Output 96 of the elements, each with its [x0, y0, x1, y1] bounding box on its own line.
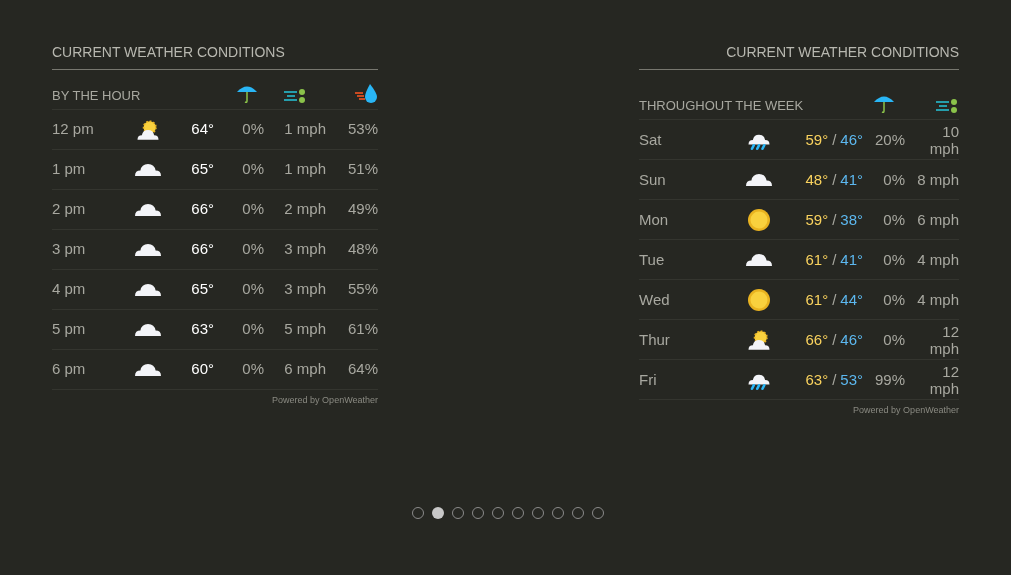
precipitation: 0%	[241, 239, 264, 260]
day-label: Tue	[639, 251, 666, 268]
low-temperature: 41°	[840, 171, 863, 188]
precipitation: 0%	[241, 159, 264, 180]
wind-speed: 1 mph	[283, 159, 326, 180]
wind-speed: 12 mph	[928, 322, 959, 357]
wind-speed: 6 mph	[283, 359, 326, 380]
precipitation: 0%	[241, 359, 264, 380]
separator: /	[832, 131, 837, 148]
precipitation: 0%	[882, 331, 905, 348]
temperature: 63°	[190, 319, 214, 340]
day-label: Mon	[639, 211, 670, 228]
precipitation: 20%	[873, 131, 905, 148]
section-heading: BY THE HOUR	[52, 86, 142, 105]
sun-icon	[746, 206, 772, 233]
hour-label: 12 pm	[52, 119, 95, 140]
wind-icon	[935, 97, 959, 115]
wind-speed: 2 mph	[283, 199, 326, 220]
cloud-icon	[746, 253, 772, 266]
low-temperature: 53°	[840, 371, 863, 388]
humidity: 48%	[346, 239, 378, 260]
day-label: Fri	[639, 371, 658, 388]
separator: /	[832, 251, 837, 268]
high-temperature: 63°	[805, 371, 829, 388]
wind-speed: 1 mph	[283, 119, 326, 140]
precipitation: 0%	[882, 211, 905, 228]
wind-icon	[283, 87, 307, 105]
low-temperature: 41°	[840, 251, 863, 268]
cloud-icon	[135, 283, 161, 296]
hour-label: 1 pm	[52, 159, 87, 180]
temperature: 65°	[190, 159, 214, 180]
cloud-icon	[135, 323, 161, 336]
precipitation: 0%	[882, 251, 905, 268]
humidity-drop-icon	[354, 83, 378, 105]
wind-speed: 3 mph	[283, 239, 326, 260]
cloud-icon	[135, 163, 161, 176]
precipitation: 0%	[241, 199, 264, 220]
high-temperature: 61°	[805, 251, 829, 268]
cloud-icon	[135, 203, 161, 216]
wind-speed: 4 mph	[917, 291, 959, 308]
cloud-icon	[135, 243, 161, 256]
sun-icon	[746, 286, 772, 313]
hour-label: 6 pm	[52, 359, 87, 380]
day-label: Sun	[639, 171, 667, 188]
separator: /	[832, 291, 837, 308]
separator: /	[832, 211, 837, 228]
panel-title: CURRENT WEATHER CONDITIONS	[52, 42, 378, 70]
temperature: 64°	[190, 119, 214, 140]
humidity: 49%	[346, 199, 378, 220]
wind-speed: 3 mph	[283, 279, 326, 300]
high-temperature: 59°	[805, 131, 829, 148]
temperature: 66°	[190, 239, 214, 260]
hour-label: 3 pm	[52, 239, 87, 260]
day-label: Sat	[639, 131, 663, 148]
day-label: Wed	[639, 291, 671, 308]
panel-title: CURRENT WEATHER CONDITIONS	[639, 42, 959, 70]
hour-label: 2 pm	[52, 199, 87, 220]
precipitation: 99%	[873, 371, 905, 388]
wind-speed: 4 mph	[917, 251, 959, 268]
high-temperature: 59°	[805, 211, 829, 228]
precipitation: 0%	[882, 171, 905, 188]
temperature: 65°	[190, 279, 214, 300]
precipitation: 0%	[241, 119, 264, 140]
hour-label: 5 pm	[52, 319, 87, 340]
wind-speed: 12 mph	[928, 362, 959, 397]
precipitation: 0%	[241, 279, 264, 300]
high-temperature: 61°	[805, 291, 829, 308]
separator: /	[832, 171, 837, 188]
low-temperature: 46°	[840, 331, 863, 348]
high-temperature: 66°	[805, 331, 829, 348]
credit-text: Powered by OpenWeather	[852, 404, 959, 417]
wind-speed: 6 mph	[917, 211, 959, 228]
high-temperature: 48°	[805, 171, 829, 188]
low-temperature: 38°	[840, 211, 863, 228]
credit-text: Powered by OpenWeather	[271, 394, 378, 407]
temperature: 60°	[190, 359, 214, 380]
humidity: 61%	[346, 319, 378, 340]
low-temperature: 44°	[840, 291, 863, 308]
section-heading: THROUGHOUT THE WEEK	[639, 96, 805, 115]
wind-speed: 5 mph	[283, 319, 326, 340]
cloud-icon	[746, 173, 772, 186]
wind-speed: 8 mph	[917, 171, 959, 188]
humidity: 53%	[346, 119, 378, 140]
wind-speed: 10 mph	[928, 122, 959, 157]
cloud-icon	[135, 363, 161, 376]
humidity: 51%	[346, 159, 378, 180]
precipitation: 0%	[241, 319, 264, 340]
day-label: Thur	[639, 331, 671, 348]
low-temperature: 46°	[840, 131, 863, 148]
hour-label: 4 pm	[52, 279, 87, 300]
separator: /	[832, 371, 837, 388]
separator: /	[832, 331, 837, 348]
humidity: 64%	[346, 359, 378, 380]
temperature: 66°	[190, 199, 214, 220]
humidity: 55%	[346, 279, 378, 300]
precipitation: 0%	[882, 291, 905, 308]
